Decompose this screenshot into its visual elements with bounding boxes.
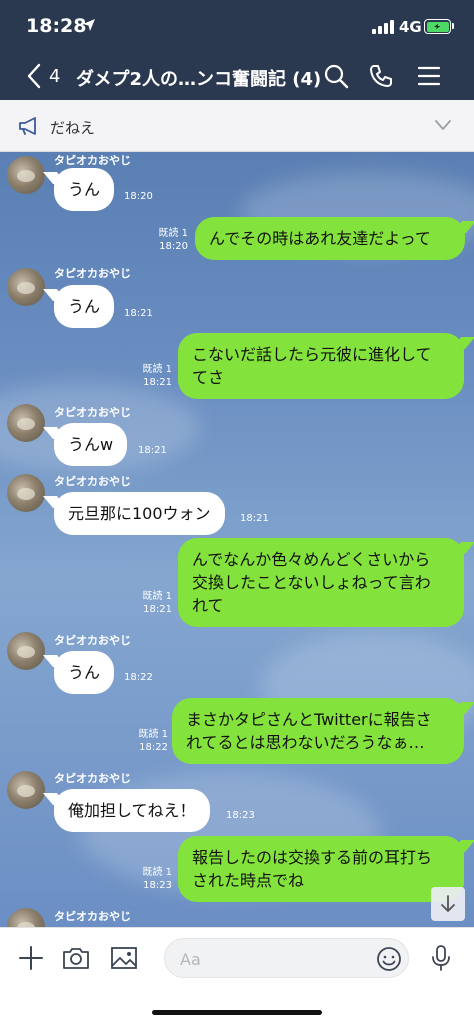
read-receipt: 既読 1 — [142, 867, 172, 878]
message-bubble-incoming[interactable]: うんw — [54, 423, 128, 466]
emoji-icon[interactable] — [376, 946, 402, 972]
sender-name: タピオカおやじ — [54, 154, 131, 167]
message-time: 18:23 — [226, 810, 255, 821]
message-time: 18:21 — [143, 377, 172, 388]
message-line: れて — [192, 596, 224, 615]
location-arrow-icon — [83, 19, 95, 31]
message-time: 18:21 — [124, 308, 153, 319]
avatar[interactable] — [7, 632, 45, 670]
read-receipt: 既読 1 — [142, 364, 172, 375]
back-button[interactable]: 4 — [26, 62, 60, 90]
sender-name: タピオカおやじ — [54, 772, 131, 785]
sender-name: タピオカおやじ — [54, 267, 131, 280]
message-meta: 既読 1 18:22 — [136, 728, 168, 754]
message-bubble-outgoing[interactable]: 報告したのは交換する前の耳打ち された時点でね — [178, 836, 464, 902]
chat-header: 4 ダメプ2人の…ンコ奮闘記 (4) — [0, 52, 474, 100]
avatar[interactable] — [7, 771, 45, 809]
read-receipt: 既読 1 — [142, 591, 172, 602]
message-line: 交換したことないしょねって言わ — [192, 573, 431, 592]
chat-title[interactable]: ダメプ2人の…ンコ奮闘記 (4) — [76, 65, 321, 91]
message-time: 18:21 — [138, 445, 167, 456]
message-meta: 既読 1 18:23 — [140, 866, 172, 892]
avatar[interactable] — [7, 268, 45, 306]
microphone-icon[interactable] — [427, 944, 455, 972]
home-indicator — [152, 1010, 322, 1015]
message-time: 18:21 — [240, 513, 269, 524]
message-time: 18:20 — [159, 241, 188, 252]
message-input[interactable] — [164, 938, 409, 978]
menu-icon[interactable] — [416, 63, 442, 89]
message-meta: 既読 1 18:21 — [140, 363, 172, 389]
message-bubble-incoming[interactable]: 元旦那に100ウォン — [54, 492, 225, 535]
message-line: 報告したのは交換する前の耳打ち — [192, 848, 433, 867]
search-icon[interactable] — [323, 63, 349, 89]
sender-name: タピオカおやじ — [54, 475, 131, 488]
read-receipt: 既読 1 — [158, 228, 188, 239]
phone-icon[interactable] — [368, 63, 394, 89]
message-bubble-incoming[interactable]: 俺加担してねえ！ — [54, 789, 210, 832]
chat-area[interactable]: タピオカおやじ うん 18:20 既読 1 18:20 んでその時はあれ友達だよ… — [0, 152, 474, 927]
message-bubble-outgoing[interactable]: まさかタピさんとTwitterに報告さ れてるとは思わないだろうなぁ… — [172, 698, 464, 764]
avatar[interactable] — [7, 908, 45, 927]
announcement-text: だねえ — [50, 119, 96, 137]
network-type: 4G — [399, 18, 422, 36]
message-input-bar — [0, 927, 474, 1024]
message-time: 18:21 — [143, 604, 172, 615]
message-meta: 既読 1 18:20 — [158, 227, 188, 253]
message-line: された時点でね — [192, 871, 305, 890]
sender-name: タピオカおやじ — [54, 634, 131, 647]
message-bubble-outgoing[interactable]: こないだ話したら元彼に進化して てさ — [178, 333, 464, 399]
megaphone-icon — [19, 117, 36, 135]
read-receipt: 既読 1 — [138, 729, 168, 740]
status-bar: 18:28 4G — [0, 0, 474, 52]
message-line: んでなんか色々めんどくさいから — [192, 550, 431, 569]
message-time: 18:20 — [124, 191, 153, 202]
sender-name: タピオカおやじ — [54, 406, 131, 419]
message-bubble-incoming[interactable]: うん — [54, 651, 115, 694]
battery-tip — [452, 23, 454, 29]
image-icon[interactable] — [109, 944, 139, 972]
message-bubble-outgoing[interactable]: んでなんか色々めんどくさいから 交換したことないしょねって言わ れて — [178, 538, 464, 627]
message-line: れてるとは思わないだろうなぁ… — [186, 733, 425, 752]
battery-icon — [424, 19, 451, 34]
avatar[interactable] — [7, 474, 45, 512]
chevron-left-icon — [27, 63, 41, 89]
status-time: 18:28 — [26, 15, 87, 37]
chevron-down-icon[interactable] — [434, 118, 452, 132]
message-time: 18:22 — [139, 742, 168, 753]
message-bubble-outgoing[interactable]: んでその時はあれ友達だよって — [195, 217, 465, 260]
sender-name: タピオカおやじ — [54, 910, 131, 923]
arrow-down-icon — [441, 895, 455, 912]
message-line: まさかタピさんとTwitterに報告さ — [186, 710, 432, 729]
message-text-field[interactable] — [180, 948, 360, 970]
announcement-bar[interactable]: だねえ — [0, 100, 474, 152]
plus-icon[interactable] — [16, 944, 46, 972]
message-line: こないだ話したら元彼に進化して — [192, 345, 432, 364]
avatar[interactable] — [7, 156, 45, 194]
scroll-to-bottom-button[interactable] — [431, 887, 465, 921]
message-time: 18:22 — [124, 672, 153, 683]
message-line: てさ — [192, 368, 225, 387]
message-time: 18:23 — [143, 880, 172, 891]
message-bubble-incoming[interactable]: うん — [54, 285, 115, 328]
signal-bars-icon — [372, 20, 396, 34]
message-meta: 既読 1 18:21 — [140, 590, 172, 616]
camera-icon[interactable] — [61, 944, 91, 972]
unread-count: 4 — [49, 65, 61, 87]
avatar[interactable] — [7, 404, 45, 442]
message-bubble-incoming[interactable]: うん — [54, 168, 115, 211]
